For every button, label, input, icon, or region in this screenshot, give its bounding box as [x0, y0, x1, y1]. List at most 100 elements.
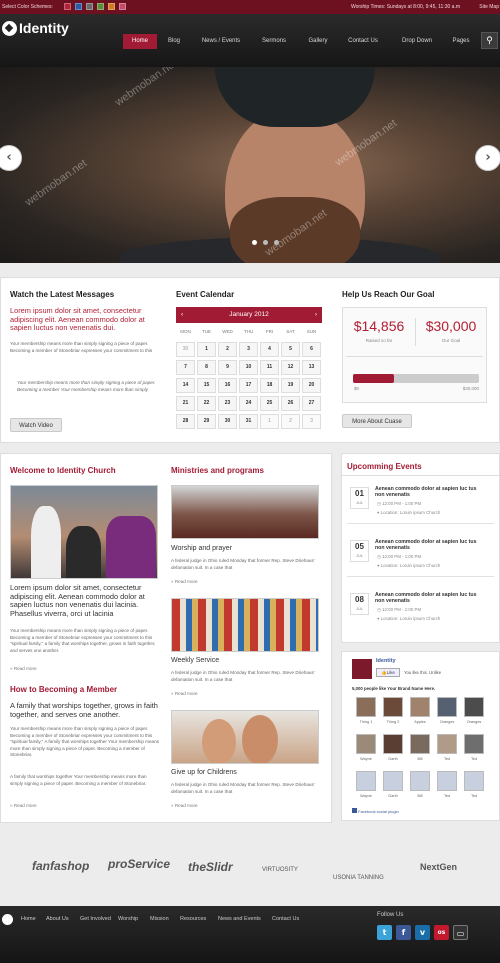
facebook-fan-name[interactable]: Thing 1	[353, 720, 379, 724]
calendar-next-icon[interactable]: ›	[315, 307, 317, 323]
calendar-day[interactable]: 13	[302, 360, 321, 375]
facebook-fan-avatar[interactable]	[437, 697, 457, 717]
slider-dot[interactable]	[274, 240, 279, 245]
facebook-fan-avatar[interactable]	[464, 734, 484, 754]
nav-news-events[interactable]: News / Events	[194, 34, 248, 49]
slider-dot[interactable]	[263, 240, 268, 245]
calendar-day[interactable]: 3	[302, 414, 321, 429]
nav-home[interactable]: Home	[123, 34, 157, 49]
slider-next-button[interactable]: ›	[475, 145, 500, 171]
nav-pages[interactable]: Pages	[446, 34, 476, 49]
calendar-day[interactable]: 1	[260, 414, 279, 429]
footer-link[interactable]: Home	[21, 916, 36, 922]
calendar-day[interactable]: 10	[239, 360, 258, 375]
facebook-fan-avatar[interactable]	[410, 697, 430, 717]
slider-dot[interactable]	[252, 240, 257, 245]
sponsor-logo[interactable]: fanfashop	[32, 859, 89, 873]
facebook-fan-name[interactable]: Wayne	[353, 757, 379, 761]
color-scheme-swatch[interactable]	[75, 3, 82, 10]
calendar-day[interactable]: 5	[281, 342, 300, 357]
calendar-day[interactable]: 28	[176, 414, 195, 429]
facebook-icon[interactable]: f	[396, 925, 411, 940]
facebook-fan-name[interactable]: Bill	[407, 794, 433, 798]
calendar-day[interactable]: 4	[260, 342, 279, 357]
footer-link[interactable]: Resources	[180, 916, 206, 922]
calendar-day[interactable]: 23	[218, 396, 237, 411]
ministry-read-more[interactable]: » Read more	[171, 691, 198, 696]
nav-gallery[interactable]: Gallery	[300, 34, 336, 49]
sponsor-logo[interactable]: NextGen	[420, 862, 457, 872]
calendar-prev-icon[interactable]: ‹	[181, 307, 183, 323]
facebook-like-button[interactable]: 👍Like	[376, 668, 400, 677]
ministry-read-more[interactable]: » Read more	[171, 803, 198, 808]
calendar-day[interactable]: 6	[302, 342, 321, 357]
footer-link[interactable]: Worship	[118, 916, 138, 922]
calendar-day[interactable]: 20	[302, 378, 321, 393]
calendar-day[interactable]: 8	[197, 360, 216, 375]
color-scheme-swatch[interactable]	[97, 3, 104, 10]
footer-link[interactable]: Contact Us	[272, 916, 299, 922]
footer-link[interactable]: News and Events	[218, 916, 261, 922]
calendar-day[interactable]: 14	[176, 378, 195, 393]
calendar-day[interactable]: 2	[218, 342, 237, 357]
nav-drop-down[interactable]: Drop Down	[394, 34, 440, 49]
calendar-day[interactable]: 17	[239, 378, 258, 393]
sponsor-logo[interactable]: USONIA TANNING	[333, 875, 384, 881]
calendar-day[interactable]: 30	[176, 342, 195, 357]
facebook-fan-avatar[interactable]	[356, 697, 376, 717]
sponsor-logo[interactable]: VIRTUOSITY	[262, 867, 298, 873]
calendar-day[interactable]: 3	[239, 342, 258, 357]
facebook-fan-name[interactable]: Ted	[461, 794, 487, 798]
site-logo[interactable]: Identity	[2, 20, 69, 36]
color-scheme-swatch[interactable]	[108, 3, 115, 10]
lastfm-icon[interactable]: os	[434, 925, 449, 940]
calendar-day[interactable]: 2	[281, 414, 300, 429]
calendar-day[interactable]: 1	[197, 342, 216, 357]
color-scheme-swatch[interactable]	[86, 3, 93, 10]
facebook-fan-name[interactable]: Ted	[434, 794, 460, 798]
color-scheme-swatch[interactable]	[64, 3, 71, 10]
calendar-day[interactable]: 15	[197, 378, 216, 393]
nav-sermons[interactable]: Sermons	[254, 34, 294, 49]
facebook-fan-name[interactable]: Oranges	[461, 720, 487, 724]
facebook-fan-name[interactable]: Bill	[407, 757, 433, 761]
calendar-day[interactable]: 31	[239, 414, 258, 429]
calendar-day[interactable]: 25	[260, 396, 279, 411]
facebook-fan-avatar[interactable]	[410, 734, 430, 754]
more-about-cause-button[interactable]: More About Cuase	[342, 414, 412, 428]
calendar-day[interactable]: 29	[197, 414, 216, 429]
watch-video-button[interactable]: Watch Video	[10, 418, 62, 432]
facebook-fan-avatar[interactable]	[356, 771, 376, 791]
facebook-fan-name[interactable]: Garth	[380, 794, 406, 798]
event-title[interactable]: Aenean commodo dolor at sapien luc tus n…	[375, 539, 487, 552]
twitter-icon[interactable]: t	[377, 925, 392, 940]
facebook-fan-name[interactable]: Garth	[380, 757, 406, 761]
facebook-page-name[interactable]: Identity	[376, 658, 396, 664]
facebook-fan-avatar[interactable]	[464, 771, 484, 791]
how-to-read-more[interactable]: » Read more	[10, 803, 37, 808]
facebook-fan-avatar[interactable]	[383, 771, 403, 791]
calendar-day[interactable]: 22	[197, 396, 216, 411]
nav-contact[interactable]: Contact Us	[340, 34, 386, 49]
ministry-read-more[interactable]: » Read more	[171, 579, 198, 584]
calendar-day[interactable]: 12	[281, 360, 300, 375]
calendar-day[interactable]: 18	[260, 378, 279, 393]
search-icon[interactable]: ⚲	[481, 32, 498, 49]
footer-link[interactable]: Get Involved	[80, 916, 111, 922]
event-title[interactable]: Aenean commodo dolor at sapien luc tus n…	[375, 592, 487, 605]
vimeo-icon[interactable]: v	[415, 925, 430, 940]
event-title[interactable]: Aenean commodo dolor at sapien luc tus n…	[375, 486, 487, 499]
calendar-day[interactable]: 27	[302, 396, 321, 411]
facebook-fan-name[interactable]: Oranges	[434, 720, 460, 724]
facebook-fan-name[interactable]: Thing 2	[380, 720, 406, 724]
facebook-fan-name[interactable]: Ted	[434, 757, 460, 761]
sponsor-logo[interactable]: theSlidr	[188, 860, 233, 874]
calendar-day[interactable]: 24	[239, 396, 258, 411]
facebook-fan-avatar[interactable]	[437, 771, 457, 791]
facebook-fan-name[interactable]: Wayne	[353, 794, 379, 798]
calendar-day[interactable]: 21	[176, 396, 195, 411]
facebook-fan-avatar[interactable]	[410, 771, 430, 791]
footer-link[interactable]: Mission	[150, 916, 169, 922]
facebook-fan-avatar[interactable]	[437, 734, 457, 754]
sitemap-link[interactable]: Site Map	[479, 4, 499, 10]
